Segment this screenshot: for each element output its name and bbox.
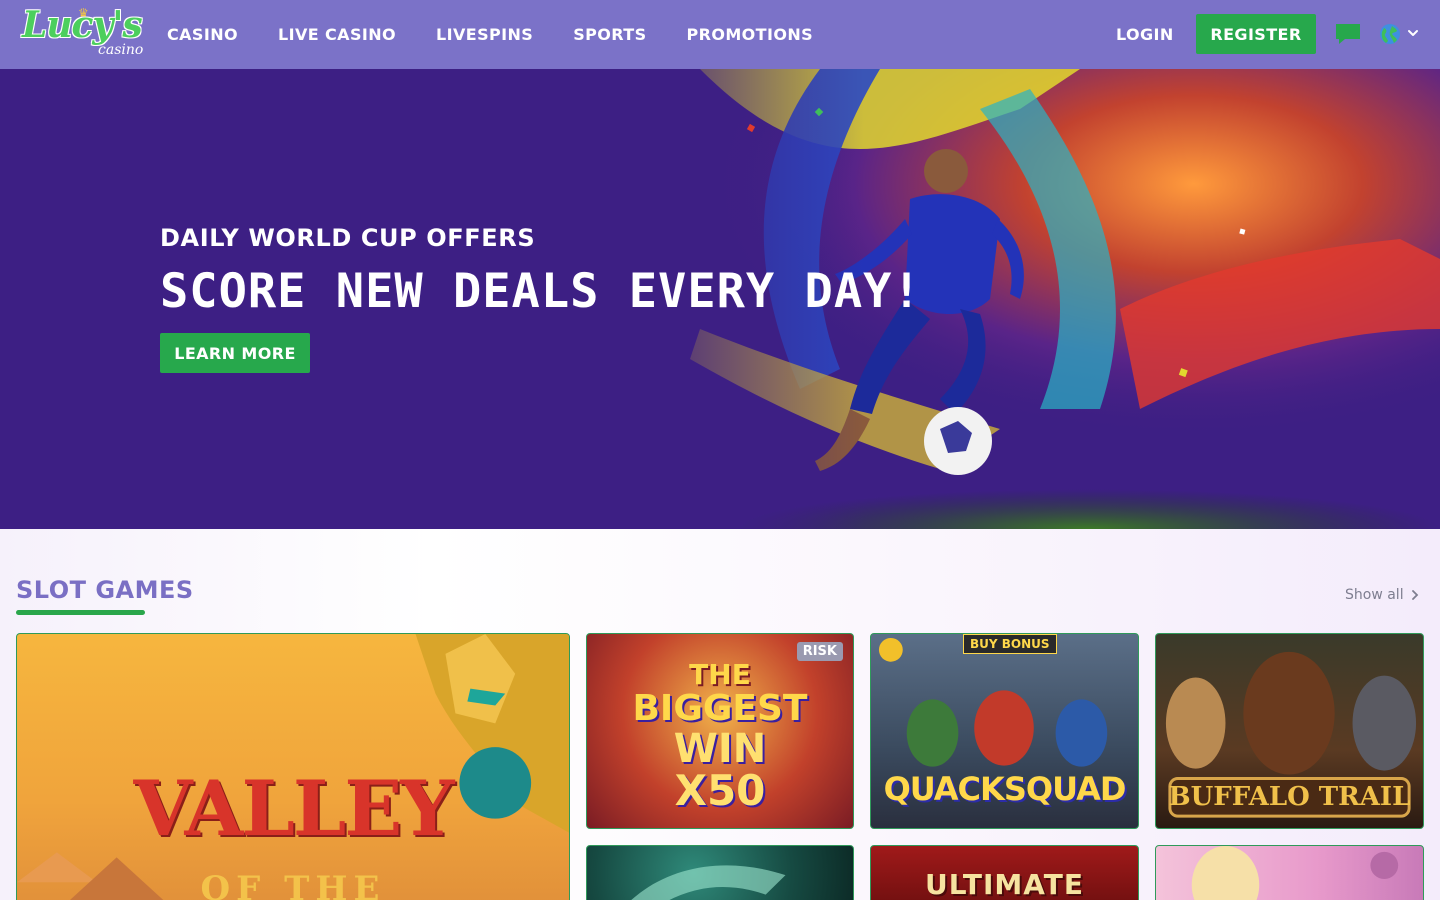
valley-title: VALLEY	[133, 764, 454, 853]
game-tile-dragon[interactable]	[586, 845, 854, 900]
dragon-art	[631, 865, 786, 900]
nav-promotions[interactable]: PROMOTIONS	[667, 0, 834, 69]
nav-live-casino[interactable]: LIVE CASINO	[258, 0, 416, 69]
pink-art	[1191, 846, 1399, 900]
hero-eyebrow: DAILY WORLD CUP OFFERS	[160, 224, 536, 252]
logo-subtext: casino	[98, 42, 144, 58]
main-nav: CASINO LIVE CASINO LIVESPINS SPORTS PROM…	[147, 0, 833, 69]
hero-banner: DAILY WORLD CUP OFFERS SCORE NEW DEALS E…	[0, 69, 1440, 529]
chevron-down-icon[interactable]	[1406, 26, 1420, 40]
game-tile-valley[interactable]: VALLEY OF THE	[16, 633, 570, 900]
logo[interactable]: ♛ Lucy's casino	[22, 4, 144, 64]
top-nav-bar: ♛ Lucy's casino CASINO LIVE CASINO LIVES…	[0, 0, 1440, 69]
show-all-label: Show all	[1345, 587, 1404, 603]
biggest-line2: BIGGEST	[632, 688, 808, 729]
chat-icon[interactable]	[1334, 22, 1362, 46]
login-button[interactable]: LOGIN	[1104, 0, 1186, 69]
game-tile-biggest-win[interactable]: RISK THE BIGGEST WIN X50	[586, 633, 854, 829]
learn-more-button[interactable]: LEARN MORE	[160, 333, 310, 373]
nav-sports[interactable]: SPORTS	[553, 0, 666, 69]
nav-casino[interactable]: CASINO	[147, 0, 258, 69]
register-button[interactable]: REGISTER	[1196, 14, 1316, 54]
logo-text: Lucy's	[22, 4, 143, 46]
valley-subtitle: OF THE	[200, 869, 386, 900]
biggest-line1: THE	[689, 658, 751, 691]
game-tile-quack-squad[interactable]: BUY BONUS QUACKSQUAD	[870, 633, 1139, 829]
section-title: SLOT GAMES	[16, 576, 194, 604]
quack-title: QUACKSQUAD	[883, 770, 1127, 808]
biggest-line4: X50	[674, 766, 766, 815]
game-tile-buffalo-trail[interactable]: BUFFALO TRAIL	[1155, 633, 1424, 829]
ultimate-title: ULTIMATE	[924, 868, 1085, 900]
section-title-underline	[16, 610, 145, 615]
globe-icon[interactable]	[1378, 22, 1402, 46]
show-all-link[interactable]: Show all	[1345, 587, 1420, 603]
game-tile-ultimate[interactable]: ULTIMATE	[870, 845, 1139, 900]
hero-title: SCORE NEW DEALS EVERY DAY!	[160, 264, 922, 319]
game-tile-pink[interactable]	[1155, 845, 1424, 900]
nav-livespins[interactable]: LIVESPINS	[416, 0, 553, 69]
chevron-right-icon	[1411, 590, 1418, 600]
buffalo-title: BUFFALO TRAIL	[1168, 782, 1411, 812]
